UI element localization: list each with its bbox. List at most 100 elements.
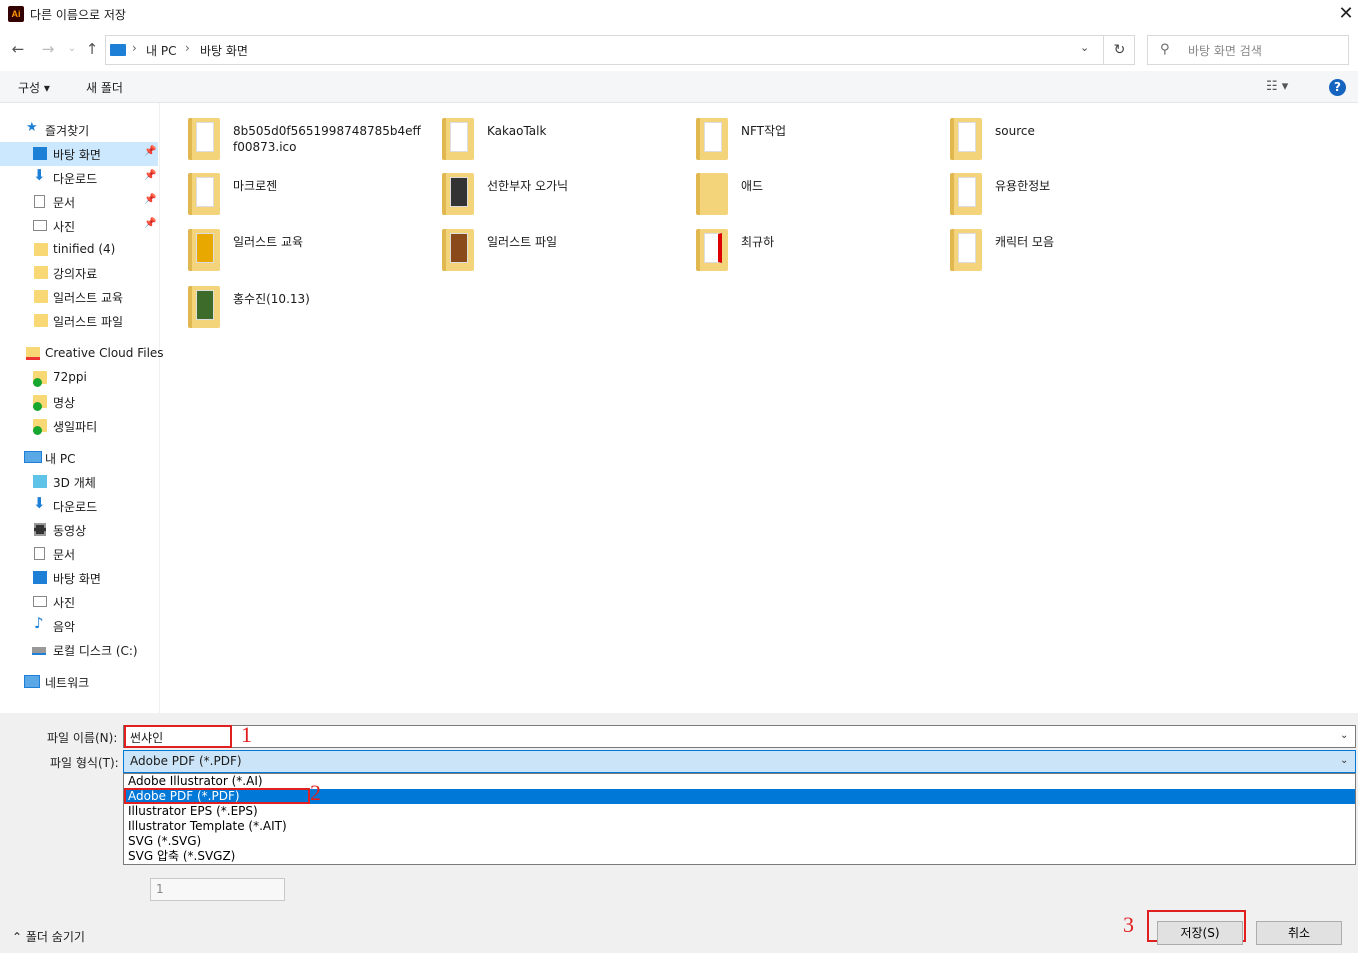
search-box[interactable]: ⚲ 바탕 화면 검색 <box>1147 35 1349 65</box>
breadcrumb-desktop[interactable]: 바탕 화면 <box>200 42 248 59</box>
star-icon: ★ <box>26 120 38 135</box>
sidebar-item-downloads[interactable]: ⬇ 다운로드 📌 <box>0 166 158 190</box>
file-item[interactable]: 일러스트 교육 <box>170 224 420 279</box>
file-item[interactable]: 마크로젠 <box>170 168 420 223</box>
file-item[interactable]: 최규하 <box>678 224 928 279</box>
folder-icon <box>188 229 220 271</box>
video-icon <box>34 523 46 536</box>
title-bar: Ai 다른 이름으로 저장 ✕ <box>0 0 1358 30</box>
navigation-pane: ★ 즐겨찾기 바탕 화면 📌 ⬇ 다운로드 📌 문서 📌 사진 📌 tinifi… <box>0 103 164 713</box>
annotation-box-2 <box>124 788 310 804</box>
option-ait[interactable]: Illustrator Template (*.AIT) <box>124 819 1355 834</box>
option-eps[interactable]: Illustrator EPS (*.EPS) <box>124 804 1355 819</box>
refresh-icon[interactable]: ↻ <box>1103 36 1135 64</box>
file-item[interactable]: 캐릭터 모음 <box>932 224 1182 279</box>
file-list: 8b505d0f5651998748785b4efff00873.ico Kak… <box>170 108 1350 708</box>
file-item[interactable]: source <box>932 113 1182 168</box>
sidebar-item-meditation[interactable]: 명상 <box>0 390 158 414</box>
pin-icon: 📌 <box>144 146 157 157</box>
sidebar-item-this-pc[interactable]: 내 PC <box>0 446 158 470</box>
document-icon <box>34 547 45 560</box>
synced-folder-icon <box>33 419 47 435</box>
annotation-box-1 <box>124 725 232 748</box>
file-item[interactable]: KakaoTalk <box>424 113 674 168</box>
sidebar-item-pc-pictures[interactable]: 사진 <box>0 590 158 614</box>
sidebar-item-documents[interactable]: 문서 📌 <box>0 190 158 214</box>
sidebar-item-pc-downloads[interactable]: ⬇ 다운로드 <box>0 494 158 518</box>
sidebar-item-tinified[interactable]: tinified (4) <box>0 238 158 262</box>
option-ai[interactable]: Adobe Illustrator (*.AI) <box>124 774 1355 789</box>
filename-input[interactable]: 썬샤인 ⌄ <box>123 725 1356 748</box>
folder-icon <box>696 118 728 160</box>
sidebar-item-lecture[interactable]: 강의자료 <box>0 261 158 285</box>
folder-icon <box>188 286 220 328</box>
sidebar-item-favorites[interactable]: ★ 즐겨찾기 <box>0 118 158 142</box>
file-item[interactable]: 8b505d0f5651998748785b4efff00873.ico <box>170 113 421 168</box>
folder-icon <box>696 229 728 271</box>
sidebar-item-desktop[interactable]: 바탕 화면 📌 <box>0 142 158 166</box>
help-icon[interactable]: ? <box>1329 79 1346 96</box>
file-item[interactable]: NFT작업 <box>678 113 928 168</box>
chevron-down-icon[interactable]: ⌄ <box>1340 755 1348 766</box>
hide-folders-button[interactable]: ⌃ 폴더 숨기기 <box>12 928 85 945</box>
sidebar-item-pictures[interactable]: 사진 📌 <box>0 214 158 238</box>
file-item[interactable]: 애드 <box>678 168 928 223</box>
desktop-icon <box>33 147 47 160</box>
sidebar-item-creative-cloud[interactable]: Creative Cloud Files <box>0 342 164 366</box>
save-button[interactable]: 저장(S) <box>1157 921 1243 945</box>
search-input[interactable]: 바탕 화면 검색 <box>1188 42 1262 59</box>
download-icon: ⬇ <box>33 494 46 512</box>
recent-locations-chevron-icon[interactable]: ⌄ <box>62 38 82 60</box>
chevron-down-icon[interactable]: ⌄ <box>1340 730 1348 741</box>
breadcrumb-separator-icon: › <box>185 41 190 55</box>
folder-icon <box>188 118 220 160</box>
address-bar[interactable]: › 내 PC › 바탕 화면 ⌄ ↻ <box>105 35 1135 65</box>
file-item[interactable]: 유용한정보 <box>932 168 1182 223</box>
file-item[interactable]: 선한부자 오가닉 <box>424 168 674 223</box>
filetype-label: 파일 형식(T): <box>50 756 119 770</box>
sidebar-item-72ppi[interactable]: 72ppi <box>0 366 158 390</box>
file-item[interactable]: 홍수진(10.13) <box>170 281 420 336</box>
filename-label: 파일 이름(N): <box>47 731 118 745</box>
sidebar-item-illust-file[interactable]: 일러스트 파일 <box>0 309 158 333</box>
close-icon[interactable]: ✕ <box>1336 3 1356 25</box>
breadcrumb-separator-icon: › <box>132 41 137 55</box>
folder-icon <box>950 173 982 215</box>
cancel-button[interactable]: 취소 <box>1256 921 1342 945</box>
up-arrow-icon[interactable]: ↑ <box>82 38 102 60</box>
option-svgz[interactable]: SVG 압축 (*.SVGZ) <box>124 849 1355 864</box>
view-options-icon[interactable]: ☷ ▾ <box>1266 79 1288 94</box>
sidebar-item-illust-edu[interactable]: 일러스트 교육 <box>0 285 158 309</box>
window-title: 다른 이름으로 저장 <box>30 8 126 22</box>
sidebar-item-music[interactable]: ♪ 음악 <box>0 614 158 638</box>
sidebar-item-3d-objects[interactable]: 3D 개체 <box>0 470 158 494</box>
breadcrumb-pc[interactable]: 내 PC <box>146 42 176 59</box>
toolbar: 구성 ▾ 새 폴더 ☷ ▾ ? <box>0 71 1358 103</box>
creative-cloud-folder-icon <box>26 347 40 360</box>
pictures-icon <box>33 220 47 231</box>
filetype-select[interactable]: Adobe PDF (*.PDF) ⌄ <box>123 750 1356 773</box>
folder-icon <box>950 118 982 160</box>
back-arrow-icon[interactable]: ← <box>8 38 28 60</box>
desktop-icon <box>33 571 47 584</box>
forward-arrow-icon[interactable]: → <box>38 38 58 60</box>
new-folder-button[interactable]: 새 폴더 <box>86 79 123 96</box>
range-input[interactable]: 1 <box>150 878 285 901</box>
sidebar-item-network[interactable]: 네트워크 <box>0 670 158 694</box>
option-svg[interactable]: SVG (*.SVG) <box>124 834 1355 849</box>
organize-button[interactable]: 구성 ▾ <box>18 79 50 96</box>
pin-icon: 📌 <box>144 194 157 205</box>
filetype-dropdown-list: Adobe Illustrator (*.AI) Adobe PDF (*.PD… <box>123 773 1356 865</box>
sidebar-item-local-disk[interactable]: 로컬 디스크 (C:) <box>0 638 158 662</box>
address-dropdown-chevron-icon[interactable]: ⌄ <box>1080 41 1089 54</box>
sidebar-item-pc-desktop[interactable]: 바탕 화면 <box>0 566 158 590</box>
folder-icon <box>442 173 474 215</box>
synced-folder-icon <box>33 395 47 411</box>
folder-icon <box>696 173 728 215</box>
sidebar-item-pc-documents[interactable]: 문서 <box>0 542 158 566</box>
search-icon: ⚲ <box>1160 42 1170 57</box>
file-item[interactable]: 일러스트 파일 <box>424 224 674 279</box>
sidebar-item-videos[interactable]: 동영상 <box>0 518 158 542</box>
pin-icon: 📌 <box>144 218 157 229</box>
sidebar-item-birthday[interactable]: 생일파티 <box>0 414 158 438</box>
